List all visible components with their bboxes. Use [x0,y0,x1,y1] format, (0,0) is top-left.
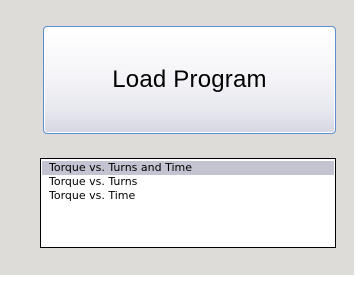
load-program-button[interactable]: Load Program [43,26,336,134]
program-panel: Load Program Torque vs. Turns and Time T… [0,0,354,275]
list-item-torque-vs-turns-and-time[interactable]: Torque vs. Turns and Time [42,161,334,175]
load-program-label: Load Program [112,66,267,93]
list-item-torque-vs-turns[interactable]: Torque vs. Turns [42,175,334,189]
list-item-torque-vs-time[interactable]: Torque vs. Time [42,189,334,203]
list-item-label: Torque vs. Turns [49,175,138,188]
list-item-label: Torque vs. Time [49,189,136,202]
program-listbox[interactable]: Torque vs. Turns and Time Torque vs. Tur… [40,158,336,248]
list-item-label: Torque vs. Turns and Time [49,161,193,174]
